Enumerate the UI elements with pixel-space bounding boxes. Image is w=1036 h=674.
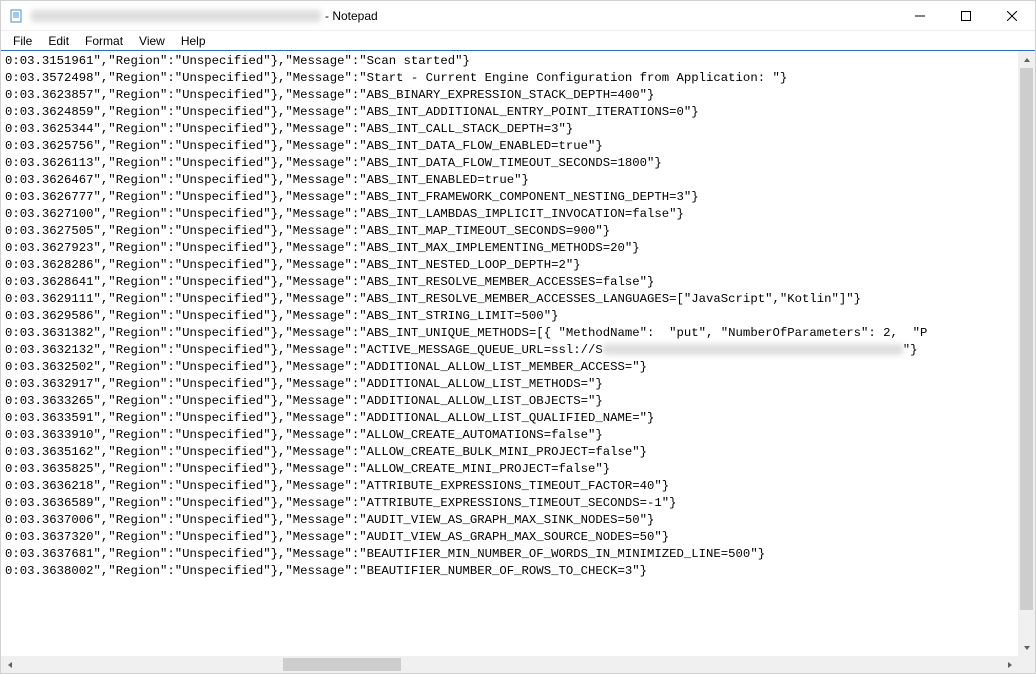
menu-view[interactable]: View <box>131 32 173 50</box>
editor-container: 0:03.3151961","Region":"Unspecified"},"M… <box>1 51 1035 673</box>
vertical-scrollbar[interactable] <box>1018 51 1035 656</box>
log-line: 0:03.3625344","Region":"Unspecified"},"M… <box>5 121 1014 138</box>
log-line: 0:03.3629111","Region":"Unspecified"},"M… <box>5 291 1014 308</box>
log-line: 0:03.3638002","Region":"Unspecified"},"M… <box>5 563 1014 580</box>
log-line: 0:03.3627923","Region":"Unspecified"},"M… <box>5 240 1014 257</box>
maximize-button[interactable] <box>943 1 989 31</box>
vertical-scroll-thumb[interactable] <box>1020 68 1033 610</box>
log-line: 0:03.3637681","Region":"Unspecified"},"M… <box>5 546 1014 563</box>
log-line: 0:03.3151961","Region":"Unspecified"},"M… <box>5 53 1014 70</box>
log-line: 0:03.3626777","Region":"Unspecified"},"M… <box>5 189 1014 206</box>
log-line: 0:03.3636589","Region":"Unspecified"},"M… <box>5 495 1014 512</box>
horizontal-scrollbar[interactable] <box>1 656 1018 673</box>
log-line: 0:03.3626467","Region":"Unspecified"},"M… <box>5 172 1014 189</box>
log-line: 0:03.3633591","Region":"Unspecified"},"M… <box>5 410 1014 427</box>
redacted-segment <box>603 344 903 355</box>
notepad-icon <box>9 8 25 24</box>
menu-help[interactable]: Help <box>173 32 214 50</box>
log-line: 0:03.3626113","Region":"Unspecified"},"M… <box>5 155 1014 172</box>
menu-edit[interactable]: Edit <box>40 32 77 50</box>
log-line: 0:03.3632917","Region":"Unspecified"},"M… <box>5 376 1014 393</box>
log-line: 0:03.3635162","Region":"Unspecified"},"M… <box>5 444 1014 461</box>
menu-format[interactable]: Format <box>77 32 131 50</box>
log-line: 0:03.3636218","Region":"Unspecified"},"M… <box>5 478 1014 495</box>
log-line: 0:03.3637320","Region":"Unspecified"},"M… <box>5 529 1014 546</box>
log-line: 0:03.3625756","Region":"Unspecified"},"M… <box>5 138 1014 155</box>
minimize-button[interactable] <box>897 1 943 31</box>
log-line: 0:03.3631382","Region":"Unspecified"},"M… <box>5 325 1014 342</box>
close-button[interactable] <box>989 1 1035 31</box>
log-line: 0:03.3624859","Region":"Unspecified"},"M… <box>5 104 1014 121</box>
log-line: 0:03.3633265","Region":"Unspecified"},"M… <box>5 393 1014 410</box>
text-editor[interactable]: 0:03.3151961","Region":"Unspecified"},"M… <box>1 51 1018 656</box>
log-line: 0:03.3628286","Region":"Unspecified"},"M… <box>5 257 1014 274</box>
log-line: 0:03.3629586","Region":"Unspecified"},"M… <box>5 308 1014 325</box>
log-line: 0:03.3635825","Region":"Unspecified"},"M… <box>5 461 1014 478</box>
scroll-down-icon[interactable] <box>1018 639 1035 656</box>
log-line: 0:03.3633910","Region":"Unspecified"},"M… <box>5 427 1014 444</box>
log-line: 0:03.3623857","Region":"Unspecified"},"M… <box>5 87 1014 104</box>
window-title: - Notepad <box>31 9 378 23</box>
log-line: 0:03.3628641","Region":"Unspecified"},"M… <box>5 274 1014 291</box>
title-bar: - Notepad <box>1 1 1035 31</box>
horizontal-scroll-track[interactable] <box>18 656 1001 673</box>
scroll-left-icon[interactable] <box>1 656 18 673</box>
scroll-right-icon[interactable] <box>1001 656 1018 673</box>
scroll-up-icon[interactable] <box>1018 51 1035 68</box>
menu-bar: File Edit Format View Help <box>1 31 1035 51</box>
scroll-corner <box>1018 656 1035 673</box>
window-title-suffix: - Notepad <box>325 9 378 23</box>
log-line: 0:03.3627100","Region":"Unspecified"},"M… <box>5 206 1014 223</box>
log-line: 0:03.3632132","Region":"Unspecified"},"M… <box>5 342 1014 359</box>
horizontal-scroll-thumb[interactable] <box>283 658 401 671</box>
menu-file[interactable]: File <box>5 32 40 50</box>
vertical-scroll-track[interactable] <box>1018 68 1035 639</box>
redacted-filename <box>31 10 321 22</box>
log-line: 0:03.3627505","Region":"Unspecified"},"M… <box>5 223 1014 240</box>
log-line: 0:03.3572498","Region":"Unspecified"},"M… <box>5 70 1014 87</box>
log-line: 0:03.3632502","Region":"Unspecified"},"M… <box>5 359 1014 376</box>
log-line: 0:03.3637006","Region":"Unspecified"},"M… <box>5 512 1014 529</box>
